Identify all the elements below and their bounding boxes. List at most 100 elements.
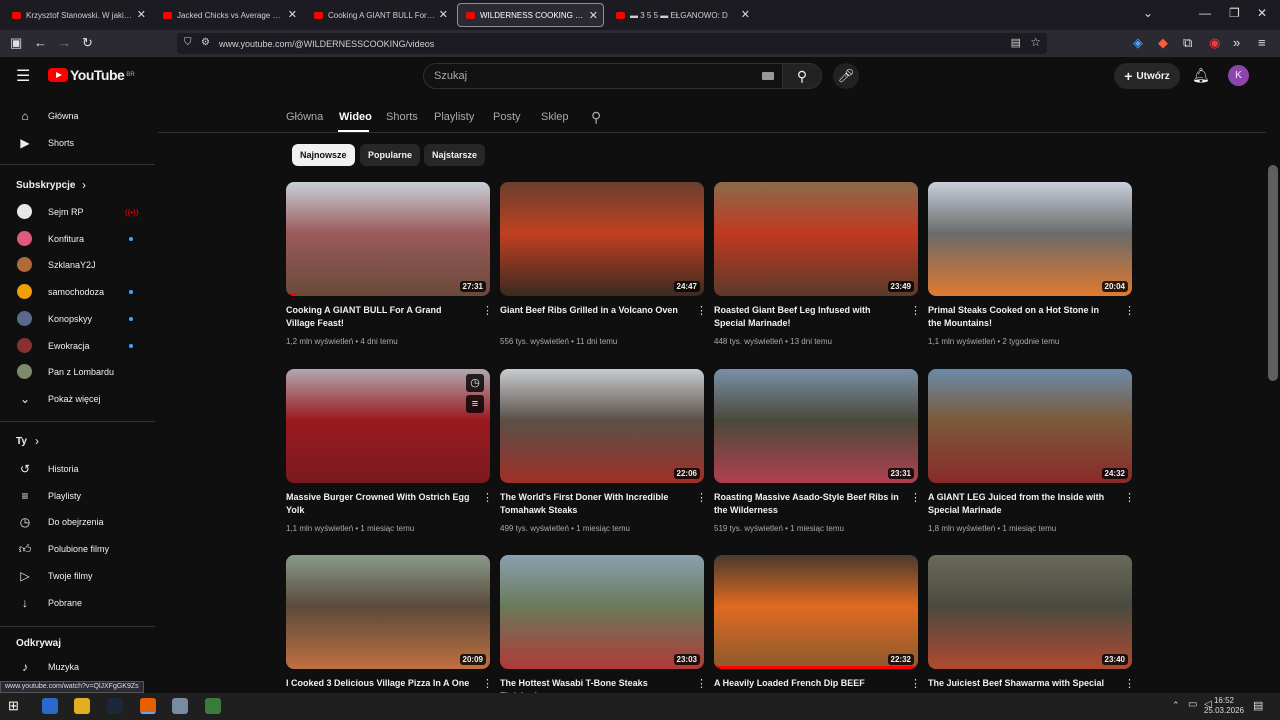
tab-list-icon[interactable]: ⌄: [1143, 6, 1153, 20]
restore-icon[interactable]: ❐: [1229, 6, 1240, 20]
more-actions-icon[interactable]: ⋮: [910, 491, 918, 504]
more-actions-icon[interactable]: ⋮: [482, 304, 490, 317]
window-close-icon[interactable]: ✕: [1257, 6, 1267, 20]
video-title[interactable]: Primal Steaks Cooked on a Hot Stone in t…: [928, 304, 1114, 330]
video-title[interactable]: Roasting Massive Asado-Style Beef Ribs i…: [714, 491, 900, 517]
sidebar-item[interactable]: ▷ Twoje filmy: [0, 563, 155, 589]
more-actions-icon[interactable]: ⋮: [482, 677, 490, 690]
watch-later-icon[interactable]: ◷: [466, 374, 484, 392]
youtube-logo[interactable]: YouTube BR: [48, 67, 135, 83]
video-title[interactable]: The Juiciest Beef Shawarma with Special: [928, 677, 1114, 690]
account-avatar[interactable]: K: [1228, 65, 1249, 86]
tab-1[interactable]: Wideo: [339, 111, 372, 123]
tab-3[interactable]: Playlisty: [434, 111, 474, 123]
sidebar-toggle-icon[interactable]: ▣: [10, 35, 22, 51]
video-card[interactable]: 23:40 The Juiciest Beef Shawarma with Spe…: [928, 555, 1132, 693]
browser-tab[interactable]: WILDERNESS COOKING - YouTu ✕: [457, 3, 604, 27]
video-card[interactable]: 27:31 Cooking A GIANT BULL For A Grand Vi…: [286, 182, 490, 357]
firefox-icon[interactable]: [140, 698, 156, 714]
video-thumbnail[interactable]: 24:47: [500, 182, 704, 296]
video-title[interactable]: Massive Burger Crowned With Ostrich Egg …: [286, 491, 472, 517]
video-title[interactable]: A Heavily Loaded French Dip BEEF: [714, 677, 900, 690]
tab-close-icon[interactable]: ✕: [288, 8, 297, 21]
video-thumbnail[interactable]: 20:04: [928, 182, 1132, 296]
more-actions-icon[interactable]: ⋮: [696, 491, 704, 504]
tray-chevron-icon[interactable]: ⌃: [1172, 700, 1180, 711]
sidebar-item[interactable]: Ewokracja: [0, 333, 155, 359]
create-button[interactable]: + Utwórz: [1114, 63, 1180, 89]
video-thumbnail[interactable]: 23:31: [714, 369, 918, 483]
tab-5[interactable]: Sklep: [541, 111, 569, 123]
sidebar-item[interactable]: ((•)) Sejm RP: [0, 199, 155, 225]
sidebar-item[interactable]: Pan z Lombardu: [0, 359, 155, 385]
sidebar-item[interactable]: ♪ Muzyka: [0, 654, 155, 680]
sidebar-item[interactable]: SzklanaY2J: [0, 252, 155, 278]
tab-close-icon[interactable]: ✕: [137, 8, 146, 21]
browser-tab[interactable]: Jacked Chicks vs Average Joes | ✕: [155, 3, 302, 27]
clock[interactable]: 16:52 25.03.2026: [1204, 696, 1244, 716]
sidebar-item[interactable]: ≡ Playlisty: [0, 483, 155, 509]
windows-start-icon[interactable]: ⊞: [8, 698, 24, 714]
video-title[interactable]: The Hottest Wasabi T-Bone Steaks Finishe…: [500, 677, 686, 693]
video-card[interactable]: 23:03 The Hottest Wasabi T-Bone Steaks Fi…: [500, 555, 704, 693]
search-input[interactable]: Szukaj: [423, 63, 783, 89]
reload-icon[interactable]: ↻: [82, 35, 93, 51]
notifications-bell-icon[interactable]: 🔔︎: [1192, 67, 1210, 84]
video-thumbnail[interactable]: 23:49: [714, 182, 918, 296]
sort-chip[interactable]: Najnowsze: [292, 144, 355, 166]
browser-tab[interactable]: Cooking A GIANT BULL For A G ✕: [306, 3, 453, 27]
video-title[interactable]: Giant Beef Ribs Grilled in a Volcano Ove…: [500, 304, 686, 317]
video-card[interactable]: 23:49 Roasted Giant Beef Leg Infused with…: [714, 182, 918, 357]
video-card[interactable]: 22:06 The World's First Doner With Incred…: [500, 369, 704, 544]
video-thumbnail[interactable]: 24:32: [928, 369, 1132, 483]
extension-shield-icon[interactable]: ◈: [1133, 35, 1143, 51]
sidebar-item[interactable]: ↺ Historia: [0, 456, 155, 482]
tab-0[interactable]: Główna: [286, 111, 323, 123]
video-card[interactable]: 24:47 Giant Beef Ribs Grilled in a Volcan…: [500, 182, 704, 357]
tab-close-icon[interactable]: ✕: [589, 9, 598, 22]
sort-chip[interactable]: Najstarsze: [424, 144, 486, 166]
sidebar-item[interactable]: ▶ Shorts: [0, 130, 155, 156]
browser-tab[interactable]: Krzysztof Stanowski. W jakiej sy ✕: [4, 3, 151, 27]
video-thumbnail[interactable]: 23:03: [500, 555, 704, 669]
sidebar-item[interactable]: ⌂ Główna: [0, 103, 155, 129]
video-thumbnail[interactable]: ◷ ≡: [286, 369, 490, 483]
video-title[interactable]: A GIANT LEG Juiced from the Inside with …: [928, 491, 1114, 517]
extension-fox-icon[interactable]: ◆: [1158, 35, 1168, 51]
more-actions-icon[interactable]: ⋮: [482, 491, 490, 504]
file-explorer-icon[interactable]: [74, 698, 90, 714]
sidebar-item[interactable]: samochodoza: [0, 279, 155, 305]
sidebar-item[interactable]: 👍︎ Polubione filmy: [0, 536, 155, 562]
video-card[interactable]: 20:04 Primal Steaks Cooked on a Hot Stone…: [928, 182, 1132, 357]
minimize-icon[interactable]: —: [1199, 6, 1211, 20]
sidebar-item[interactable]: Konopskyy: [0, 306, 155, 332]
video-card[interactable]: 22:32 A Heavily Loaded French Dip BEEF ⋮: [714, 555, 918, 693]
more-actions-icon[interactable]: ⋮: [910, 677, 918, 690]
notifications-center-icon[interactable]: ▤: [1253, 699, 1263, 712]
browser-tab[interactable]: ▬ 3 5 5 ▬ EŁGANOWO: D ✕: [608, 3, 755, 27]
video-thumbnail[interactable]: 22:06: [500, 369, 704, 483]
app-icon-5[interactable]: [172, 698, 188, 714]
bookmark-star-icon[interactable]: ☆: [1030, 35, 1041, 49]
more-actions-icon[interactable]: ⋮: [696, 677, 704, 690]
video-title[interactable]: Cooking A GIANT BULL For A Grand Village…: [286, 304, 472, 330]
more-actions-icon[interactable]: ⋮: [1124, 304, 1132, 317]
video-title[interactable]: The World's First Doner With Incredible …: [500, 491, 686, 517]
app-icon-1[interactable]: [42, 698, 58, 714]
reader-icon[interactable]: ▤: [1011, 36, 1021, 49]
tab-2[interactable]: Shorts: [386, 111, 418, 123]
channel-search-icon[interactable]: ⚲: [591, 109, 601, 126]
more-actions-icon[interactable]: ⋮: [910, 304, 918, 317]
more-actions-icon[interactable]: ⋮: [1124, 677, 1132, 690]
search-button[interactable]: ⚲: [782, 63, 822, 89]
guide-menu-icon[interactable]: ☰: [16, 66, 30, 86]
tab-close-icon[interactable]: ✕: [439, 8, 448, 21]
video-thumbnail[interactable]: 27:31: [286, 182, 490, 296]
app-icon-6[interactable]: [205, 698, 221, 714]
scrollbar-thumb[interactable]: [1268, 165, 1278, 381]
sidebar-item[interactable]: ⌄ Pokaż więcej: [0, 386, 155, 412]
video-thumbnail[interactable]: 20:09: [286, 555, 490, 669]
video-card[interactable]: 24:32 A GIANT LEG Juiced from the Inside …: [928, 369, 1132, 544]
extension-ublock-icon[interactable]: ◉: [1209, 35, 1220, 51]
tab-close-icon[interactable]: ✕: [741, 8, 750, 21]
